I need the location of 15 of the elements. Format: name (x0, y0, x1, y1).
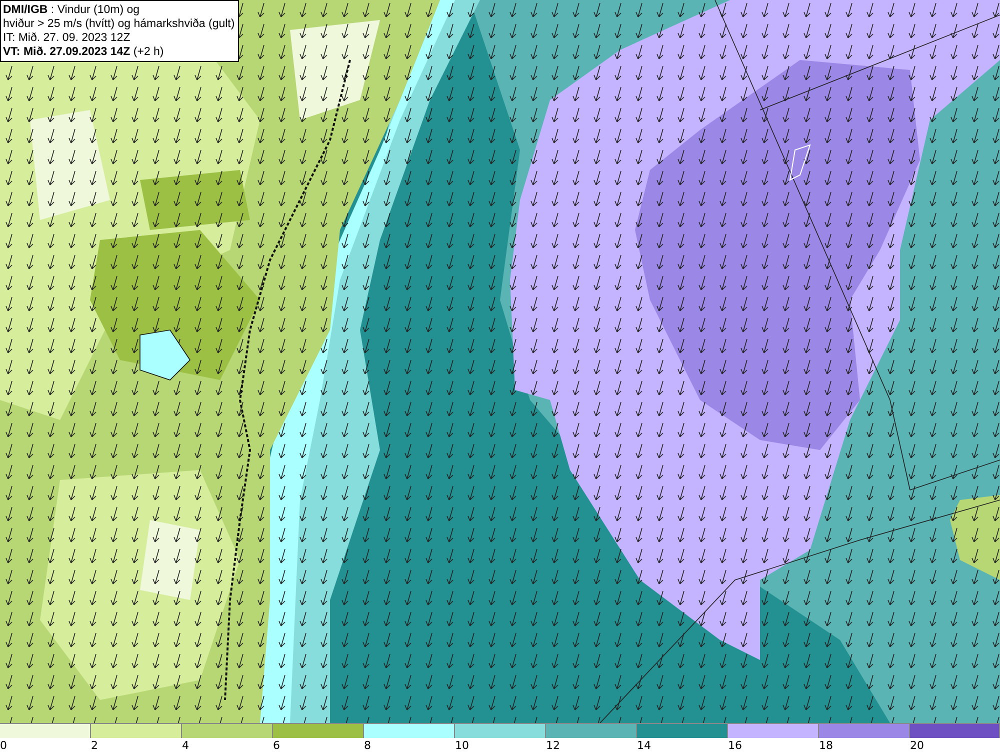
scale-label: 16 (728, 739, 742, 752)
scale-label: 20 (910, 739, 924, 752)
title-text: DMI/IGB : Vindur (10m) og (3, 3, 141, 17)
scale-label: 10 (455, 739, 469, 752)
scale-label: 0 (0, 739, 7, 752)
title-text: VT: Mið. 27.09.2023 14Z (+2 h) (3, 45, 165, 59)
scale-label: 18 (819, 739, 833, 752)
title-text: IT: Mið. 27. 09. 2023 12Z (3, 31, 132, 45)
scale-label: 2 (91, 739, 98, 752)
scale-label: 6 (273, 739, 280, 752)
scale-label: 14 (637, 739, 651, 752)
scale-label: 8 (364, 739, 371, 752)
title-text: hviður > 25 m/s (hvítt) og hámarkshviða (gult) (3, 17, 235, 31)
scale-label: 4 (182, 739, 189, 752)
scale-label: 12 (546, 739, 560, 752)
